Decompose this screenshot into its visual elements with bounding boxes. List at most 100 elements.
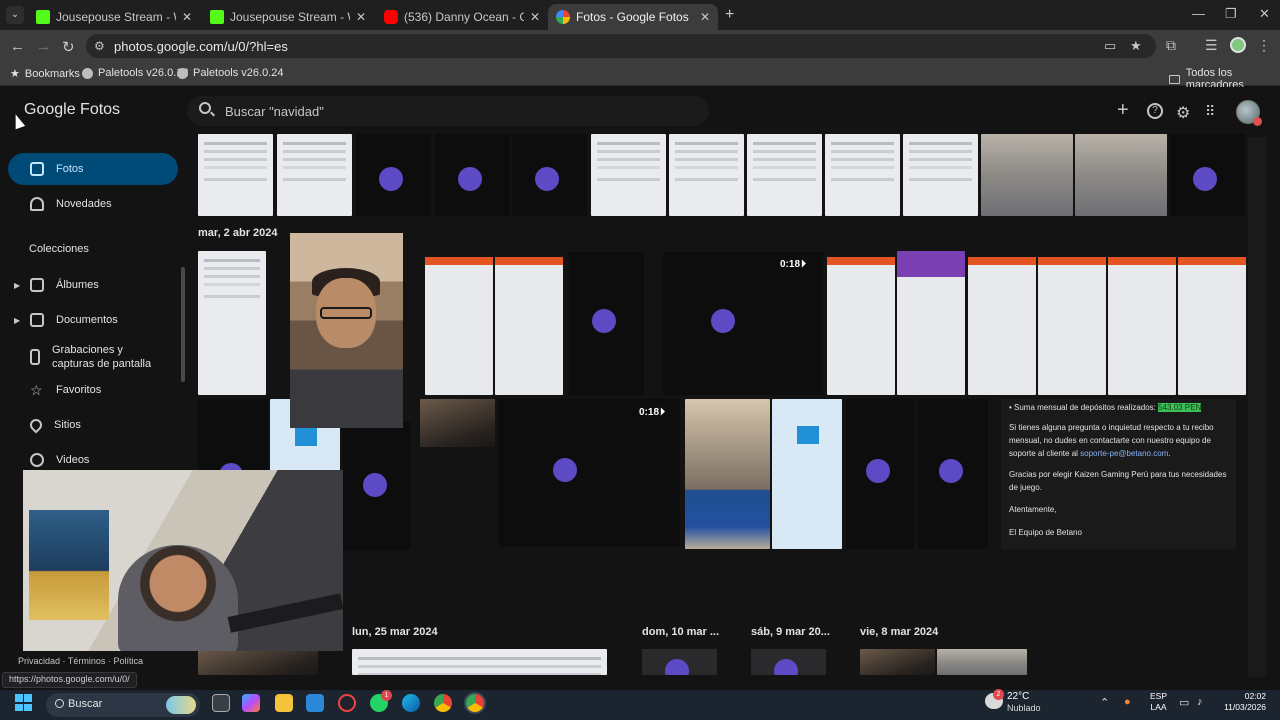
taskbar-search[interactable]: Buscar [46,693,200,717]
close-tab-icon[interactable]: ✕ [182,10,192,24]
copilot-icon[interactable] [242,694,260,712]
sidebar-item-novedades[interactable]: Novedades [8,188,178,220]
privacy-link[interactable]: Privacidad [18,656,60,666]
photo-thumbnail[interactable] [1108,257,1176,395]
tab-groups-icon[interactable]: ☰ [1205,37,1218,54]
facecam-photo[interactable] [290,233,403,428]
extensions-icon[interactable]: ⧉ [1166,37,1176,54]
policy-link[interactable]: Política [113,656,143,666]
photo-thumbnail[interactable] [495,257,563,395]
expand-arrow-icon[interactable]: ▶ [14,281,20,290]
video-thumbnail[interactable] [498,399,680,547]
close-tab-icon[interactable]: ✕ [700,10,710,24]
bookmark-item[interactable]: ★ Bookmarks [10,67,80,81]
photo-thumbnail[interactable] [1178,257,1246,395]
network-icon[interactable]: ▭ [1179,696,1189,709]
photo-thumbnail[interactable] [897,251,965,395]
photo-thumbnail[interactable] [1075,134,1167,216]
bookmark-item[interactable]: Paletools v26.0.24 [177,67,284,79]
sidebar-item-albums[interactable]: ▶ Álbumes [8,269,178,301]
bookmark-item[interactable]: Paletools v26.0.12 [82,67,189,79]
photo-thumbnail[interactable] [198,251,266,395]
photo-thumbnail[interactable] [918,399,988,549]
volume-icon[interactable]: ♪ [1197,696,1203,708]
browser-tab[interactable]: Jousepouse Stream - Watch Liv ✕ [28,4,200,30]
chrome-active-icon[interactable] [466,694,484,712]
photo-thumbnail[interactable] [669,134,744,216]
photo-thumbnail[interactable] [685,399,770,549]
photo-thumbnail[interactable] [1170,134,1245,216]
restore-icon[interactable]: ❐ [1225,6,1237,22]
address-bar[interactable]: ⚙ photos.google.com/u/0/?hl=es ▭ ★ [86,34,1156,58]
weather-temperature[interactable]: 22°C [1007,691,1029,702]
tab-search-button[interactable]: ⌄ [6,6,24,24]
site-info-icon[interactable]: ⚙ [94,39,105,53]
photo-thumbnail[interactable] [435,134,510,216]
photo-thumbnail[interactable] [642,649,717,675]
photo-thumbnail[interactable] [937,649,1027,675]
search-input[interactable] [225,101,685,121]
menu-icon[interactable]: ⋮ [1257,37,1271,54]
microphone-icon[interactable]: ● [1124,696,1131,708]
app-logo[interactable]: Google Fotos [24,101,120,119]
terms-link[interactable]: Términos [68,656,106,666]
account-avatar[interactable] [1236,100,1262,126]
photo-thumbnail[interactable] [343,422,411,550]
back-icon[interactable]: ← [10,38,25,55]
photo-thumbnail[interactable] [512,134,587,216]
photo-thumbnail[interactable] [981,134,1073,216]
photo-thumbnail[interactable] [1038,257,1106,395]
forward-icon[interactable]: → [36,38,51,55]
photo-thumbnail[interactable] [747,134,822,216]
system-clock[interactable]: 02:02 11/03/2026 [1220,691,1266,713]
windows-start-icon[interactable] [15,694,32,711]
sidebar-item-screenshots[interactable]: Grabaciones y capturas de pantalla [8,339,178,375]
photo-thumbnail[interactable] [827,257,895,395]
photo-thumbnail[interactable] [591,134,666,216]
photo-thumbnail[interactable] [860,649,935,675]
photo-thumbnail[interactable] [968,257,1036,395]
sidebar-item-places[interactable]: Sitios [8,409,178,441]
profile-avatar-icon[interactable] [1230,37,1246,53]
photo-thumbnail[interactable] [198,134,273,216]
photo-thumbnail[interactable] [425,257,493,395]
close-window-icon[interactable]: ✕ [1259,6,1270,22]
edge-icon[interactable] [402,694,420,712]
photo-thumbnail[interactable] [751,649,826,675]
minimize-icon[interactable]: — [1192,6,1205,21]
video-thumbnail[interactable] [663,252,823,395]
sidebar-scrollbar[interactable] [181,267,185,382]
email-screenshot[interactable]: • Suma mensual de depósitos realizados: … [1001,399,1236,549]
grid-scrollbar[interactable] [1248,137,1266,677]
sidebar-item-favorites[interactable]: ☆ Favoritos [8,374,178,406]
photo-thumbnail[interactable] [772,399,842,549]
photo-thumbnail[interactable] [420,399,495,447]
photo-thumbnail[interactable] [569,252,644,395]
browser-tab[interactable]: (536) Danny Ocean - Crayo ✕ [376,4,548,30]
apps-grid-icon[interactable]: ⠿ [1205,103,1215,120]
chrome-icon[interactable] [434,694,452,712]
microsoft-store-icon[interactable] [306,694,324,712]
new-tab-icon[interactable]: + [725,6,734,24]
settings-gear-icon[interactable]: ⚙ [1176,103,1190,123]
add-icon[interactable]: + [1117,99,1129,122]
photo-thumbnail[interactable] [825,134,900,216]
tray-chevron-icon[interactable]: ⌃ [1100,696,1109,709]
language-indicator[interactable]: ESP LAA [1150,691,1167,713]
app-icon[interactable] [338,694,356,712]
photo-thumbnail[interactable] [356,134,431,216]
sidebar-item-documents[interactable]: ▶ Documentos [8,304,178,336]
close-tab-icon[interactable]: ✕ [356,10,366,24]
reload-icon[interactable]: ↻ [62,38,75,56]
photo-thumbnail[interactable] [903,134,978,216]
photo-thumbnail[interactable] [352,649,607,675]
help-icon[interactable]: ? [1147,103,1163,119]
search-bar[interactable] [187,96,709,126]
cast-icon[interactable]: ▭ [1104,38,1116,54]
photo-thumbnail[interactable] [198,649,318,675]
browser-tab[interactable]: Jousepouse Stream - Watch Liv ✕ [202,4,374,30]
bookmark-star-icon[interactable]: ★ [1130,38,1142,54]
photo-thumbnail[interactable] [277,134,352,216]
sidebar-item-fotos[interactable]: Fotos [8,153,178,185]
weather-description[interactable]: Nublado [1007,703,1041,713]
